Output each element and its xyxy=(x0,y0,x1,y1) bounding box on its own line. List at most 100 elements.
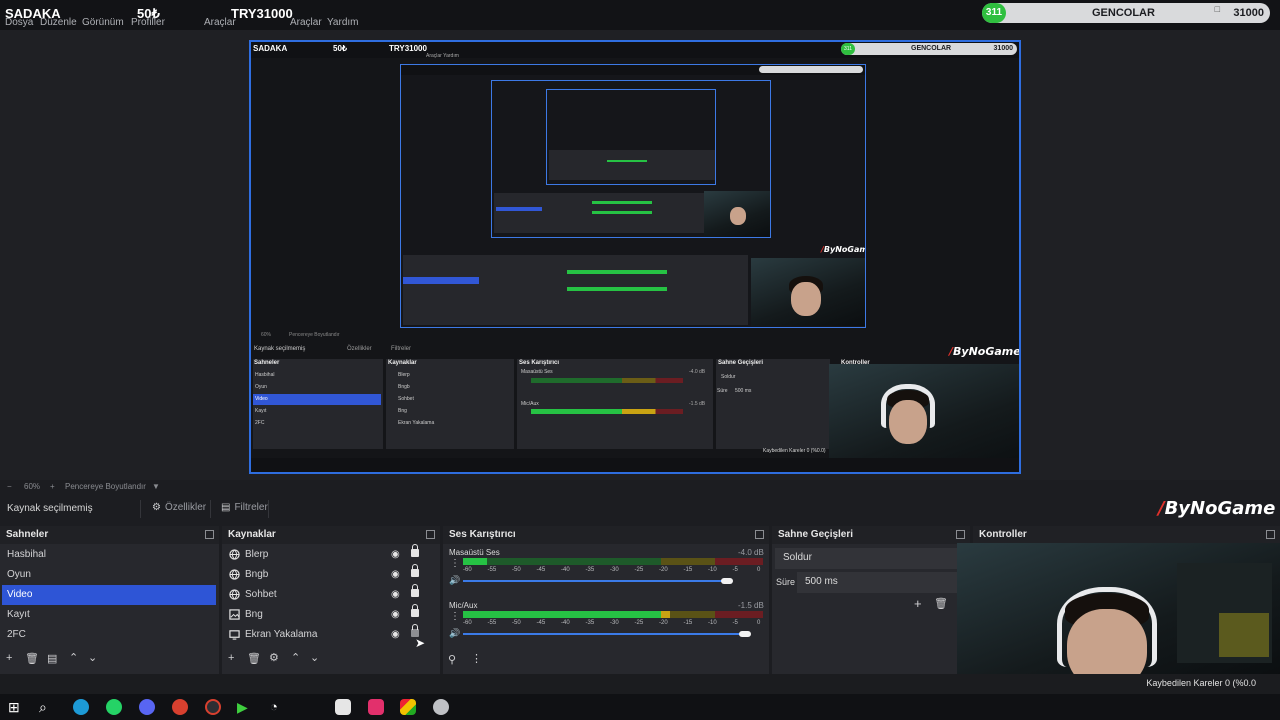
advanced-audio-icon[interactable]: ⚲ xyxy=(448,653,456,666)
channel-menu-icon[interactable]: ⋮ xyxy=(450,611,460,622)
nested-duration-label: Süre xyxy=(717,388,728,394)
discord-icon[interactable] xyxy=(139,699,155,715)
channel-menu-icon[interactable]: ⋮ xyxy=(450,558,460,569)
move-down-icon[interactable]: ⌄ xyxy=(88,651,97,664)
filters-button[interactable]: ▤ Filtreler xyxy=(221,502,268,513)
source-item-blerp[interactable]: Blerp ◉ xyxy=(224,544,434,565)
eye-icon[interactable]: ◉ xyxy=(391,569,400,580)
windows-start-icon[interactable]: ⊞ xyxy=(8,699,24,715)
volume-slider-knob[interactable] xyxy=(739,631,751,637)
volume-track[interactable] xyxy=(463,633,745,635)
search-icon[interactable]: ⌕ xyxy=(39,699,55,715)
volume-track[interactable] xyxy=(463,580,727,582)
meter-tick-label: -20 xyxy=(659,567,668,573)
float-icon[interactable] xyxy=(956,530,965,539)
nested-zoom: 60% xyxy=(261,332,272,338)
eye-icon[interactable]: ◉ xyxy=(391,629,400,640)
app-icon[interactable] xyxy=(433,699,449,715)
source-item-bng[interactable]: Bng ◉ xyxy=(224,604,434,625)
eye-icon[interactable]: ◉ xyxy=(391,609,400,620)
nested-mic-label: Mic/Aux xyxy=(521,401,539,407)
source-item-sohbet[interactable]: Sohbet ◉ xyxy=(224,584,434,605)
speaker-icon[interactable]: 🔊 xyxy=(449,628,460,639)
transition-select[interactable]: Soldur xyxy=(775,548,957,569)
nested-filters: Filtreler xyxy=(391,346,412,352)
float-icon[interactable] xyxy=(755,530,764,539)
edge-icon[interactable] xyxy=(73,699,89,715)
float-icon[interactable] xyxy=(1266,530,1275,539)
menu-edit[interactable]: Düzenle xyxy=(40,17,77,28)
preview-canvas[interactable]: SADAKA 50₺ TRY31000 Araçlar Yardım 311 G… xyxy=(249,40,1021,474)
source-label: Ekran Yakalama xyxy=(245,629,318,640)
tiktok-icon[interactable] xyxy=(368,699,384,715)
scene-item-hasbihal[interactable]: Hasbihal xyxy=(2,545,216,565)
add-transition-icon[interactable]: + xyxy=(914,596,922,611)
lock-icon[interactable] xyxy=(411,604,419,617)
gear-icon[interactable]: ⚙ xyxy=(269,651,279,664)
speedometer-icon[interactable]: ◔ xyxy=(270,699,286,715)
source-item-ekran-yakalama[interactable]: Ekran Yakalama ◉ xyxy=(224,624,434,645)
nested-logo: /ByNoGame xyxy=(949,345,1021,358)
scene-item-video[interactable]: Video xyxy=(2,585,216,605)
float-icon[interactable] xyxy=(426,530,435,539)
menu-file[interactable]: Dosya xyxy=(5,17,33,28)
filter-icon[interactable]: ▤ xyxy=(47,652,57,665)
channel-name: Masaüstü Ses xyxy=(449,548,500,557)
move-up-icon[interactable]: ⌃ xyxy=(69,651,78,664)
layers-icon[interactable] xyxy=(400,699,416,715)
menu-profiles[interactable]: Profiller xyxy=(131,17,165,28)
scene-item-kayit[interactable]: Kayıt xyxy=(2,605,216,625)
zoom-in-button[interactable]: + xyxy=(50,482,55,491)
nested-source-3: Bng xyxy=(398,408,407,414)
divider xyxy=(268,500,269,518)
meter-tick-label: -5 xyxy=(732,567,738,573)
nested-preview-2: /ByNoGame xyxy=(400,64,866,328)
lock-icon[interactable] xyxy=(411,544,419,557)
duration-input[interactable]: 500 ms xyxy=(797,572,957,593)
trash-icon[interactable]: 🗑 xyxy=(247,652,261,665)
trash-icon[interactable]: 🗑 xyxy=(25,652,39,665)
speaker-icon[interactable]: 🔊 xyxy=(449,575,460,586)
scene-item-oyun[interactable]: Oyun xyxy=(2,565,216,585)
float-icon[interactable] xyxy=(205,530,214,539)
meter-tick-label: -55 xyxy=(487,620,497,626)
zoom-out-button[interactable]: − xyxy=(7,482,12,491)
nested-3-meter-1 xyxy=(592,201,652,204)
fit-window-label[interactable]: Pencereye Boyutlandır xyxy=(65,482,146,491)
properties-button[interactable]: ⚙ Özellikler xyxy=(152,502,206,513)
menu-view[interactable]: Görünüm xyxy=(82,17,124,28)
chevron-down-icon[interactable]: ▼ xyxy=(152,482,160,491)
channel-db: -1.5 dB xyxy=(738,601,764,610)
meter-tick-label: -15 xyxy=(683,620,693,626)
menu-scene-collection[interactable]: Araçlar xyxy=(204,17,236,28)
scene-item-2fc[interactable]: 2FC xyxy=(2,625,216,645)
lock-icon[interactable] xyxy=(411,584,419,597)
nested-2-webcam xyxy=(751,258,865,326)
move-down-icon[interactable]: ⌄ xyxy=(310,651,319,664)
whatsapp-icon[interactable] xyxy=(106,699,122,715)
trash-icon[interactable]: 🗑 xyxy=(934,597,948,610)
volume-slider-knob[interactable] xyxy=(721,578,733,584)
source-item-bngb[interactable]: Bngb ◉ xyxy=(224,564,434,585)
add-scene-icon[interactable]: + xyxy=(6,652,12,664)
nested-scene-0: Hasbihal xyxy=(255,372,275,378)
eye-icon[interactable]: ◉ xyxy=(391,549,400,560)
nested-preview-4 xyxy=(546,89,716,185)
lock-icon[interactable] xyxy=(411,564,419,577)
brave-icon[interactable] xyxy=(172,699,188,715)
meter-tick-label: -35 xyxy=(585,620,595,626)
move-up-icon[interactable]: ⌃ xyxy=(291,651,300,664)
menu-tools[interactable]: Araçlar xyxy=(290,17,322,28)
obs-icon[interactable] xyxy=(205,699,221,715)
divider xyxy=(140,500,141,518)
eye-icon[interactable]: ◉ xyxy=(391,589,400,600)
add-source-icon[interactable]: + xyxy=(228,652,234,664)
audio-mixer-dock: Ses Karıştırıcı Masaüstü Ses -4.0 dB ⋮ -60-… xyxy=(443,526,769,674)
nested-scene-1: Oyun xyxy=(255,384,267,390)
menu-dots-icon[interactable]: ⋮ xyxy=(471,652,482,665)
transitions-title: Sahne Geçişleri xyxy=(772,526,970,544)
nested-desktop-db: -4.0 dB xyxy=(689,369,706,375)
menu-help[interactable]: Yardım xyxy=(327,17,359,28)
play-icon[interactable]: ▶ xyxy=(237,699,253,715)
app-icon[interactable] xyxy=(335,699,351,715)
